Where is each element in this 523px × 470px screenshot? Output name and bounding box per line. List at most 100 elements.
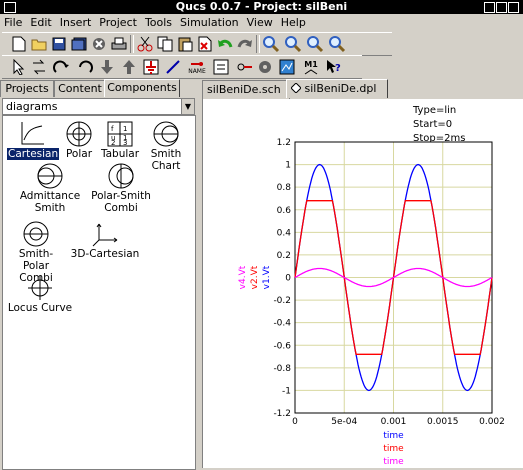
component-label: Polar [65, 148, 93, 160]
component-label: 3D-Cartesian [70, 248, 140, 260]
menu-edit[interactable]: Edit [26, 14, 55, 31]
simulate-gear-icon[interactable] [256, 58, 274, 76]
category-select[interactable]: diagrams ▼ [2, 98, 195, 115]
component-label: Tabular [100, 148, 140, 160]
y-axis-label: v2.Vt [250, 265, 260, 289]
y-tick-label: -0.4 [273, 319, 291, 329]
y-tick-label: -0.6 [273, 341, 291, 351]
tab-display-label: silBeniDe.dpl [304, 82, 377, 95]
menu-simulation[interactable]: Simulation [176, 14, 243, 31]
tabular-icon-text: f [111, 125, 114, 133]
zoom-in-icon[interactable] [262, 35, 280, 53]
document-tabs: silBeniDe.sch silBeniDe.dpl [202, 79, 523, 99]
toolbar-separator [256, 35, 260, 53]
menu-insert[interactable]: Insert [56, 14, 96, 31]
tab-components[interactable]: Components [104, 79, 180, 97]
view-data-icon[interactable] [278, 58, 296, 76]
cut-icon[interactable] [136, 35, 154, 53]
window-menu-icon[interactable] [4, 2, 16, 13]
delete-icon[interactable] [196, 35, 214, 53]
redo-icon[interactable] [236, 35, 254, 53]
maximize-icon[interactable] [496, 2, 507, 13]
save-icon[interactable] [50, 35, 68, 53]
y-axis-label: v4.Vt [238, 265, 248, 289]
move-up-icon[interactable] [120, 58, 138, 76]
window-title: Qucs 0.0.7 - Project: silBeni [175, 0, 348, 13]
insert-marker-icon[interactable]: M1 [300, 58, 322, 76]
components-list: Cartesian Polar f1u123 Tabular Smith Cha… [2, 115, 196, 470]
x-tick-label: 5e-04 [331, 417, 357, 427]
tabular-icon-text: 1 [123, 125, 127, 133]
component-label: Smith Chart [150, 148, 182, 172]
menu-help[interactable]: Help [277, 14, 310, 31]
new-file-icon[interactable] [10, 35, 28, 53]
wire-icon[interactable] [164, 58, 182, 76]
y-tick-label: 0.2 [277, 251, 291, 261]
move-down-icon[interactable] [98, 58, 116, 76]
copy-icon[interactable] [156, 35, 174, 53]
tab-content[interactable]: Content [54, 80, 106, 97]
insert-equation-icon[interactable] [212, 58, 230, 76]
component-locus-curve[interactable]: Locus Curve [7, 274, 73, 314]
y-tick-label: 1.2 [277, 138, 291, 148]
insert-marker-text: M1 [304, 59, 318, 69]
tab-display[interactable]: silBeniDe.dpl [286, 79, 388, 98]
tab-schematic-label: silBeniDe.sch [207, 83, 281, 96]
y-tick-label: -0.2 [273, 296, 291, 306]
x-tick-label: 0 [292, 417, 298, 427]
whats-this-icon[interactable]: ? [324, 58, 342, 76]
insert-ground-icon[interactable] [142, 58, 160, 76]
zoom-selection-icon[interactable] [284, 35, 302, 53]
x-tick-label: 0.0015 [427, 417, 459, 427]
open-folder-icon[interactable] [30, 35, 48, 53]
schematic-canvas[interactable]: Type=lin Start=0 Stop=2ms 1.2 1 0.8 0.6 0.4 0… [202, 99, 523, 468]
component-polar-smith-combi[interactable]: Polar-Smith Combi [89, 162, 153, 214]
y-axis-label: v1.Vt [262, 265, 272, 289]
mirror-icon[interactable] [30, 58, 48, 76]
y-tick-label: -0.8 [273, 364, 291, 374]
y-tick-label: 0 [285, 274, 291, 284]
undo-icon[interactable] [216, 35, 234, 53]
print-icon[interactable] [110, 35, 128, 53]
chevron-down-icon[interactable]: ▼ [181, 99, 194, 114]
insert-label-icon[interactable]: NAME [186, 58, 208, 76]
component-admittance-smith[interactable]: Admittance Smith [7, 162, 93, 214]
cartesian-diagram[interactable]: 1.210.80.60.40.20-0.2-0.4-0.6-0.8-1-1.20… [203, 99, 523, 468]
insert-label-text: NAME [188, 67, 206, 75]
component-polar[interactable]: Polar [59, 120, 99, 160]
zoom-out-icon[interactable] [328, 35, 346, 53]
close-icon[interactable] [508, 2, 519, 13]
locus-curve-icon [28, 276, 52, 300]
menu-tools[interactable]: Tools [141, 14, 176, 31]
edit-toolbar: NAME M1 ? [2, 55, 362, 79]
polar-smith-icon [108, 163, 134, 189]
save-all-icon[interactable] [70, 35, 88, 53]
y-tick-label: 1 [285, 161, 291, 171]
tab-projects[interactable]: Projects [0, 80, 54, 97]
zoom-fit-icon[interactable] [306, 35, 324, 53]
x-tick-label: 0.001 [381, 417, 407, 427]
paste-icon[interactable] [176, 35, 194, 53]
minimize-icon[interactable] [484, 2, 495, 13]
insert-port-icon[interactable] [236, 58, 254, 76]
component-3d-cartesian[interactable]: 3D-Cartesian [69, 220, 141, 260]
component-cartesian[interactable]: Cartesian [7, 120, 60, 160]
category-select-value: diagrams [6, 100, 58, 113]
menu-project[interactable]: Project [95, 14, 141, 31]
select-pointer-icon[interactable] [10, 58, 28, 76]
menu-file[interactable]: File [0, 14, 26, 31]
x-tick-label: 0.002 [479, 417, 505, 427]
rotate-ccw-icon[interactable] [76, 58, 94, 76]
tabular-icon: f 1u 12 3 [107, 121, 133, 147]
admittance-smith-icon [37, 163, 63, 189]
close-document-icon[interactable] [90, 35, 108, 53]
y-tick-label: -1 [282, 386, 291, 396]
left-tabs: Projects Content Components [0, 79, 198, 97]
rotate-icon[interactable] [52, 58, 70, 76]
x-axis-label: time [383, 457, 404, 467]
tab-schematic[interactable]: silBeniDe.sch [202, 80, 290, 99]
3d-cartesian-icon [92, 223, 118, 247]
document-area: silBeniDe.sch silBeniDe.dpl Type=lin Sta… [202, 79, 523, 468]
menu-view[interactable]: View [243, 14, 277, 31]
main-toolbar [2, 32, 392, 56]
